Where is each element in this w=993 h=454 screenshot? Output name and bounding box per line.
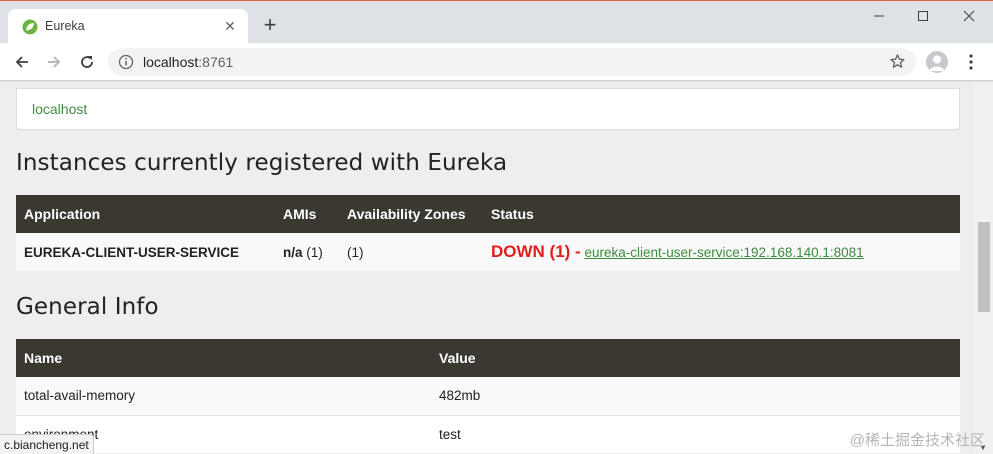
col-availability-zones: Availability Zones [339, 195, 483, 233]
reload-button[interactable] [75, 50, 99, 74]
instances-header-row: Application AMIs Availability Zones Stat… [16, 195, 960, 233]
amis-cell: n/a (1) [275, 233, 339, 271]
info-value: 482mb [431, 377, 960, 415]
minimize-button[interactable] [856, 1, 902, 31]
amis-value: n/a [283, 244, 303, 260]
forward-button[interactable] [42, 50, 66, 74]
host-label: localhost [32, 101, 88, 117]
url-port: :8761 [198, 54, 234, 70]
instances-heading: Instances currently registered with Eure… [16, 150, 508, 176]
status-cell: DOWN (1) - eureka-client-user-service:19… [483, 233, 960, 271]
host-panel: localhost [16, 88, 960, 130]
general-info-table: Name Value total-avail-memory 482mb envi… [16, 339, 960, 453]
col-amis: AMIs [275, 195, 339, 233]
url-host: localhost [143, 54, 199, 70]
reload-icon [81, 56, 93, 68]
col-name: Name [16, 339, 431, 377]
amis-count: (1) [306, 244, 323, 260]
bookmark-star-icon[interactable] [889, 53, 906, 75]
maximize-button[interactable] [900, 1, 946, 31]
instances-table: Application AMIs Availability Zones Stat… [16, 195, 960, 271]
new-tab-button[interactable]: + [259, 14, 281, 37]
col-status: Status [483, 195, 960, 233]
info-name: total-avail-memory [16, 377, 431, 415]
browser-window: Eureka ✕ + localhost:8761 localhost Inst… [0, 0, 993, 454]
address-bar[interactable]: localhost:8761 [108, 48, 916, 76]
status-bar-url: c.biancheng.net [0, 434, 94, 454]
back-arrow-icon [15, 56, 28, 68]
tab-title: Eureka [45, 19, 85, 33]
general-header-row: Name Value [16, 339, 960, 377]
instance-link[interactable]: eureka-client-user-service:192.168.140.1… [584, 245, 863, 260]
tab-eureka[interactable]: Eureka ✕ [8, 9, 248, 43]
application-name: EUREKA-CLIENT-USER-SERVICE [16, 233, 275, 271]
spring-leaf-icon [22, 19, 38, 35]
table-row: environment test [16, 414, 960, 453]
menu-kebab-icon[interactable] [963, 53, 979, 71]
col-application: Application [16, 195, 275, 233]
col-value: Value [431, 339, 960, 377]
scrollbar-thumb[interactable] [978, 222, 990, 312]
watermark: @稀土掘金技术社区 [849, 432, 985, 449]
vertical-scrollbar[interactable]: ▼ [975, 82, 993, 454]
forward-arrow-icon [48, 56, 61, 68]
status-down-label: DOWN (1) - [491, 242, 581, 261]
close-tab-icon[interactable]: ✕ [220, 16, 240, 36]
browser-toolbar: localhost:8761 [0, 43, 993, 81]
back-button[interactable] [10, 50, 34, 74]
url-text: localhost:8761 [143, 54, 233, 70]
general-info-heading: General Info [16, 294, 159, 320]
profile-avatar[interactable] [926, 51, 948, 73]
tab-strip: Eureka ✕ + [0, 1, 993, 43]
zones-cell: (1) [339, 233, 483, 271]
info-icon[interactable] [118, 54, 134, 75]
instance-row: EUREKA-CLIENT-USER-SERVICE n/a (1) (1) D… [16, 233, 960, 271]
table-row: total-avail-memory 482mb [16, 377, 960, 415]
close-window-button[interactable] [946, 1, 992, 31]
page-content: localhost Instances currently registered… [0, 82, 975, 454]
